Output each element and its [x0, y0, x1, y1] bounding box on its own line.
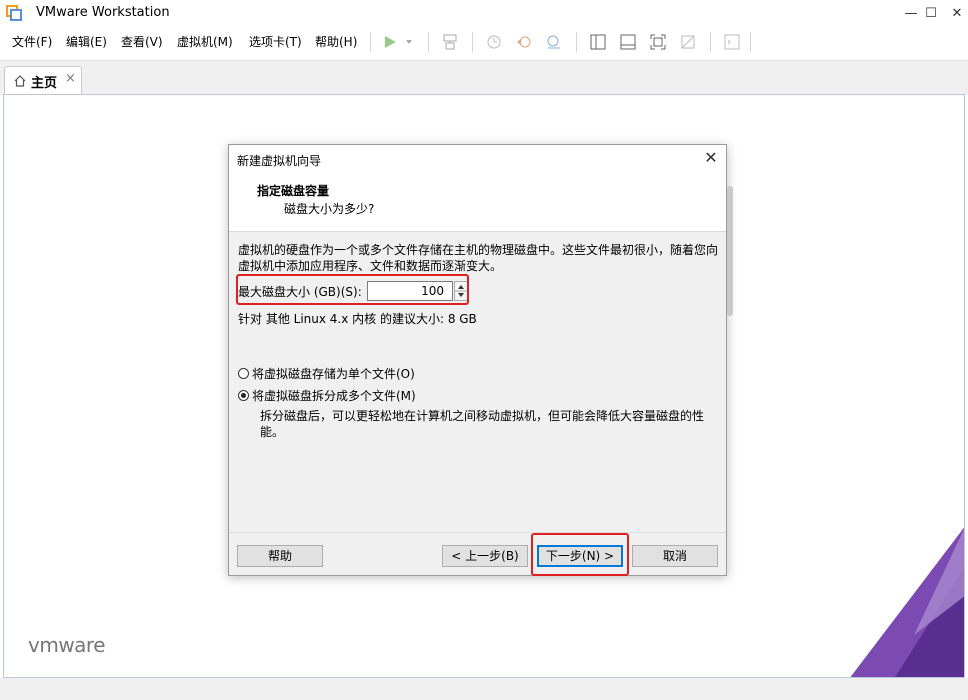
menu-file[interactable]: 文件(F)	[12, 33, 52, 50]
thumbnail-bar-icon[interactable]	[618, 32, 638, 52]
help-button[interactable]: 帮助	[237, 545, 323, 567]
status-bar	[0, 678, 968, 700]
dialog-title: 新建虚拟机向导	[237, 154, 322, 168]
tab-home[interactable]: 主页 ×	[4, 66, 82, 94]
send-ctrl-alt-del-icon[interactable]	[440, 32, 460, 52]
cancel-button[interactable]: 取消	[632, 545, 718, 567]
menu-view[interactable]: 查看(V)	[121, 33, 163, 50]
power-dropdown-icon[interactable]	[402, 32, 416, 52]
snapshot-icon[interactable]	[484, 32, 504, 52]
single-file-label: 将虚拟磁盘存储为单个文件(O)	[252, 367, 415, 381]
radio-button-icon[interactable]	[238, 368, 249, 379]
back-button[interactable]: < 上一步(B)	[442, 545, 528, 567]
console-view-icon[interactable]	[722, 32, 742, 52]
menu-vm[interactable]: 虚拟机(M)	[177, 33, 233, 50]
recommended-size-text: 针对 其他 Linux 4.x 内核 的建议大小: 8 GB	[238, 312, 477, 326]
home-icon	[13, 74, 27, 88]
app-title: VMware Workstation	[36, 5, 170, 20]
tab-bar	[0, 60, 968, 95]
dialog-header: 指定磁盘容量 磁盘大小为多少?	[229, 173, 726, 232]
toolbar-separator	[576, 32, 577, 52]
split-files-label: 将虚拟磁盘拆分成多个文件(M)	[252, 389, 416, 403]
split-files-option[interactable]: 将虚拟磁盘拆分成多个文件(M)	[238, 387, 416, 404]
vmware-logo: vmware	[28, 633, 106, 657]
toolbar-separator	[710, 32, 711, 52]
menu-tabs[interactable]: 选项卡(T)	[249, 33, 302, 50]
menu-toolbar: 文件(F) 编辑(E) 查看(V) 虚拟机(M) 选项卡(T) 帮助(H)	[0, 28, 968, 56]
new-vm-wizard-dialog: 新建虚拟机向导 ✕ 指定磁盘容量 磁盘大小为多少? 虚拟机的硬盘作为一个或多个文…	[228, 144, 727, 576]
tab-close-icon[interactable]: ×	[65, 71, 76, 86]
full-screen-icon[interactable]	[648, 32, 668, 52]
radio-button-selected-icon[interactable]	[238, 390, 249, 401]
dialog-close-button[interactable]: ✕	[701, 148, 721, 168]
title-bar: VMware Workstation — ☐ ✕	[0, 0, 968, 26]
disk-size-highlight	[236, 274, 469, 305]
next-button-highlight	[531, 533, 629, 576]
menu-edit[interactable]: 编辑(E)	[66, 33, 107, 50]
vmware-app-icon	[6, 5, 22, 21]
toolbar-separator	[370, 32, 371, 52]
split-files-description: 拆分磁盘后，可以更轻松地在计算机之间移动虚拟机，但可能会降低大容量磁盘的性能。	[260, 409, 705, 439]
toolbar-separator	[472, 32, 473, 52]
dialog-footer: 帮助 < 上一步(B) 下一步(N) > 取消	[229, 533, 726, 575]
workspace-scrollbar[interactable]	[727, 186, 733, 316]
toolbar-separator	[428, 32, 429, 52]
single-file-option[interactable]: 将虚拟磁盘存储为单个文件(O)	[238, 365, 415, 382]
disk-description: 虚拟机的硬盘作为一个或多个文件存储在主机的物理磁盘中。这些文件最初很小，随着您向…	[238, 243, 719, 273]
brand-graphic	[850, 527, 964, 677]
dialog-heading: 指定磁盘容量	[257, 184, 330, 198]
tab-home-label: 主页	[31, 76, 58, 91]
toolbar-separator	[750, 32, 751, 52]
snapshot-manager-icon[interactable]	[544, 32, 564, 52]
close-window-button[interactable]: ✕	[942, 0, 968, 26]
power-on-icon[interactable]	[380, 32, 400, 52]
show-library-icon[interactable]	[588, 32, 608, 52]
revert-snapshot-icon[interactable]	[514, 32, 534, 52]
menu-help[interactable]: 帮助(H)	[315, 33, 357, 50]
unity-icon[interactable]	[678, 32, 698, 52]
dialog-subheading: 磁盘大小为多少?	[284, 202, 375, 216]
